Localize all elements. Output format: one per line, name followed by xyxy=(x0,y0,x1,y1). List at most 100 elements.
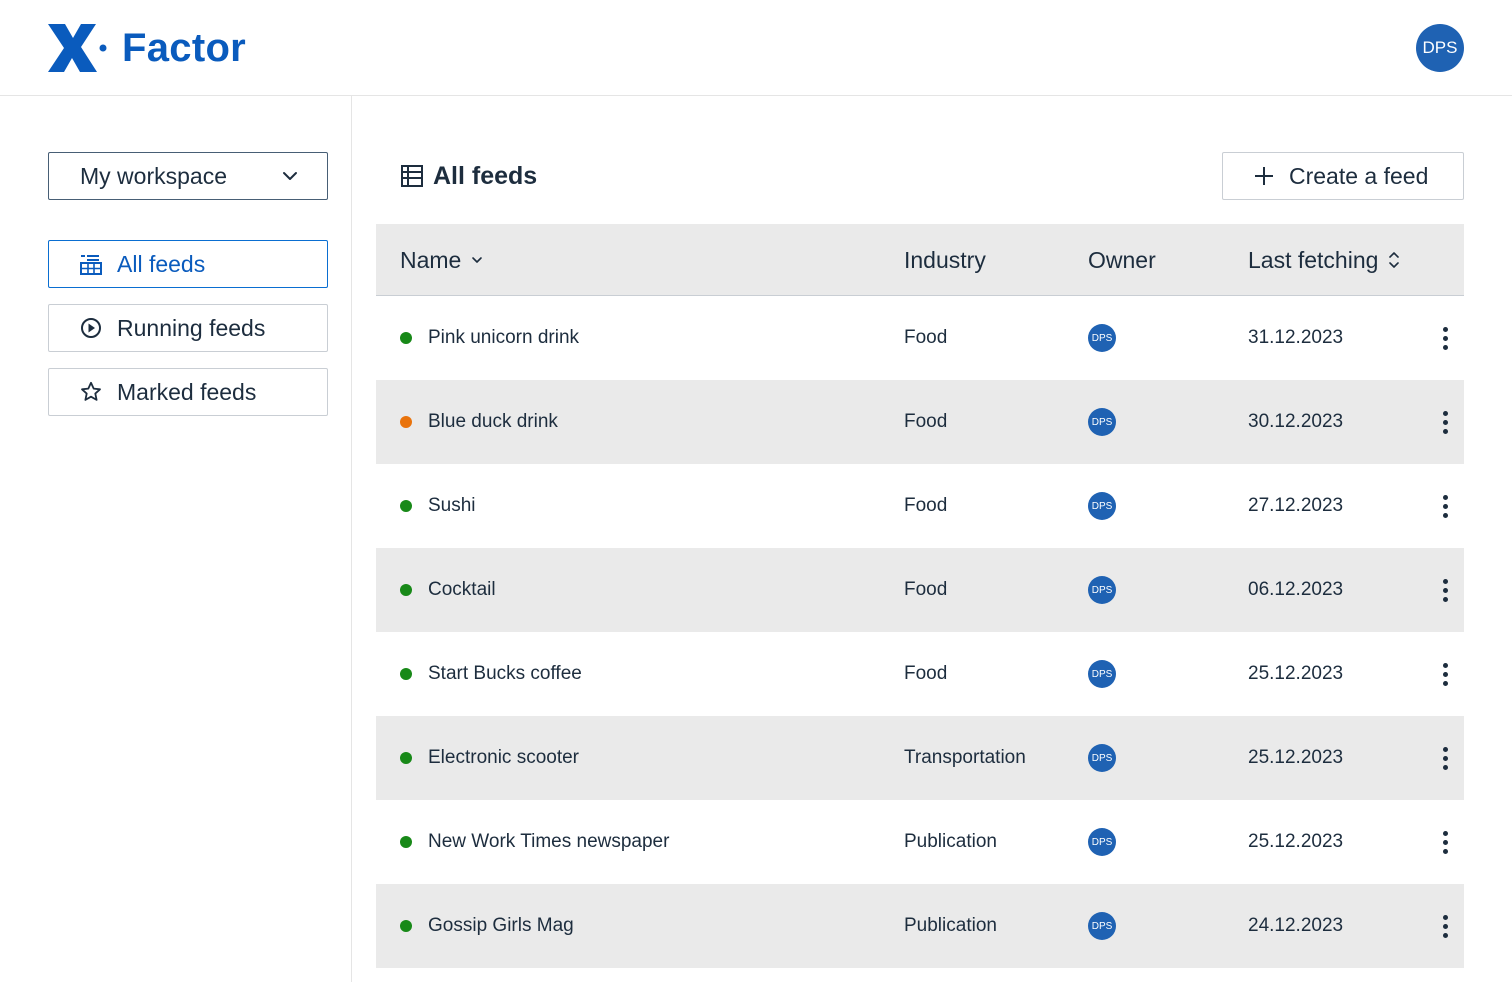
table-row[interactable]: Gossip Girls Mag Publication DPS 24.12.2023 xyxy=(376,884,1464,968)
sort-descending-icon xyxy=(471,254,483,266)
owner-avatar: DPS xyxy=(1088,408,1116,436)
owner-avatar: DPS xyxy=(1088,660,1116,688)
owner-avatar: DPS xyxy=(1088,324,1116,352)
status-dot-icon xyxy=(400,836,412,848)
table-row[interactable]: Blue duck drink Food DPS 30.12.2023 xyxy=(376,380,1464,464)
sidebar-item-label: Marked feeds xyxy=(117,378,257,405)
row-actions-button[interactable] xyxy=(1434,464,1456,548)
more-vertical-icon xyxy=(1442,578,1448,602)
status-cell xyxy=(400,632,412,716)
last-fetching-date: 25.12.2023 xyxy=(1248,831,1344,852)
feed-name: Gossip Girls Mag xyxy=(428,915,574,936)
feed-industry: Transportation xyxy=(904,747,1026,768)
status-dot-icon xyxy=(400,584,412,596)
user-avatar[interactable]: DPS xyxy=(1416,24,1464,72)
feed-industry: Food xyxy=(904,411,948,432)
status-dot-icon xyxy=(400,920,412,932)
feed-industry: Food xyxy=(904,327,948,348)
owner-avatar: DPS xyxy=(1088,912,1116,940)
owner-avatar: DPS xyxy=(1088,828,1116,856)
table-row[interactable]: Pink unicorn drink Food DPS 31.12.2023 xyxy=(376,296,1464,380)
status-cell xyxy=(400,380,412,464)
table-header: Name Industry Owner Last fetching xyxy=(376,224,1464,296)
table-row[interactable]: New Work Times newspaper Publication DPS 25… xyxy=(376,800,1464,884)
owner-cell: DPS xyxy=(1088,884,1116,968)
app-header: Factor DPS xyxy=(0,0,1512,96)
star-icon xyxy=(80,381,102,403)
status-cell xyxy=(400,716,412,800)
last-fetching-date: 06.12.2023 xyxy=(1248,579,1344,600)
status-cell xyxy=(400,884,412,968)
feed-name: Electronic scooter xyxy=(428,747,580,768)
row-actions-button[interactable] xyxy=(1434,632,1456,716)
table-row[interactable]: Cocktail Food DPS 06.12.2023 xyxy=(376,548,1464,632)
more-vertical-icon xyxy=(1442,326,1448,350)
more-vertical-icon xyxy=(1442,746,1448,770)
table-row[interactable]: Electronic scooter Transportation DPS 25.12… xyxy=(376,716,1464,800)
feed-industry: Food xyxy=(904,663,948,684)
owner-cell: DPS xyxy=(1088,296,1116,380)
column-header-label: Last fetching xyxy=(1248,246,1379,273)
row-actions-button[interactable] xyxy=(1434,800,1456,884)
more-vertical-icon xyxy=(1442,410,1448,434)
owner-cell: DPS xyxy=(1088,380,1116,464)
row-actions-button[interactable] xyxy=(1434,548,1456,632)
sidebar: My workspace All feeds Running feeds Mar… xyxy=(0,96,352,982)
column-header-last-fetching[interactable]: Last fetching xyxy=(1248,224,1400,296)
sidebar-item-label: Running feeds xyxy=(117,314,266,341)
last-fetching-date: 31.12.2023 xyxy=(1248,327,1344,348)
feed-industry: Food xyxy=(904,579,948,600)
more-vertical-icon xyxy=(1442,914,1448,938)
owner-avatar: DPS xyxy=(1088,744,1116,772)
owner-cell: DPS xyxy=(1088,800,1116,884)
status-dot-icon xyxy=(400,500,412,512)
last-fetching-date: 24.12.2023 xyxy=(1248,915,1344,936)
table-row[interactable]: Start Bucks coffee Food DPS 25.12.2023 xyxy=(376,632,1464,716)
owner-cell: DPS xyxy=(1088,716,1116,800)
feed-industry: Publication xyxy=(904,915,997,936)
sidebar-item-running-feeds[interactable]: Running feeds xyxy=(48,304,328,352)
create-feed-label: Create a feed xyxy=(1289,162,1429,189)
feeds-table: Name Industry Owner Last fetching Pink u… xyxy=(376,224,1464,968)
column-header-industry: Industry xyxy=(904,224,986,296)
app-logo[interactable]: Factor xyxy=(48,24,246,72)
status-cell xyxy=(400,464,412,548)
column-header-name[interactable]: Name xyxy=(400,224,483,296)
status-dot-icon xyxy=(400,332,412,344)
sidebar-item-all-feeds[interactable]: All feeds xyxy=(48,240,328,288)
table-row[interactable]: Sushi Food DPS 27.12.2023 xyxy=(376,464,1464,548)
owner-cell: DPS xyxy=(1088,632,1116,716)
status-dot-icon xyxy=(400,668,412,680)
status-dot-icon xyxy=(400,416,412,428)
feed-name: Cocktail xyxy=(428,579,496,600)
owner-avatar: DPS xyxy=(1088,576,1116,604)
row-actions-button[interactable] xyxy=(1434,884,1456,968)
workspace-select[interactable]: My workspace xyxy=(48,152,328,200)
table-body: Pink unicorn drink Food DPS 31.12.2023 Blue … xyxy=(376,296,1464,968)
x-logo-icon xyxy=(48,24,107,72)
sidebar-item-label: All feeds xyxy=(117,250,206,277)
sidebar-item-marked-feeds[interactable]: Marked feeds xyxy=(48,368,328,416)
table-list-icon xyxy=(80,253,102,275)
row-actions-button[interactable] xyxy=(1434,380,1456,464)
feed-name: New Work Times newspaper xyxy=(428,831,670,852)
status-cell xyxy=(400,548,412,632)
owner-avatar: DPS xyxy=(1088,492,1116,520)
row-actions-button[interactable] xyxy=(1434,716,1456,800)
feed-industry: Food xyxy=(904,495,948,516)
more-vertical-icon xyxy=(1442,662,1448,686)
row-actions-button[interactable] xyxy=(1434,296,1456,380)
create-feed-button[interactable]: Create a feed xyxy=(1222,152,1464,200)
column-header-label: Industry xyxy=(904,246,986,273)
status-dot-icon xyxy=(400,752,412,764)
more-vertical-icon xyxy=(1442,494,1448,518)
logo-text: Factor xyxy=(122,25,247,70)
page-title: All feeds xyxy=(400,158,537,194)
more-vertical-icon xyxy=(1442,830,1448,854)
chevron-down-icon xyxy=(283,172,297,180)
table-icon xyxy=(400,164,424,188)
column-header-owner: Owner xyxy=(1088,224,1156,296)
feed-name: Start Bucks coffee xyxy=(428,663,582,684)
owner-cell: DPS xyxy=(1088,548,1116,632)
last-fetching-date: 30.12.2023 xyxy=(1248,411,1344,432)
